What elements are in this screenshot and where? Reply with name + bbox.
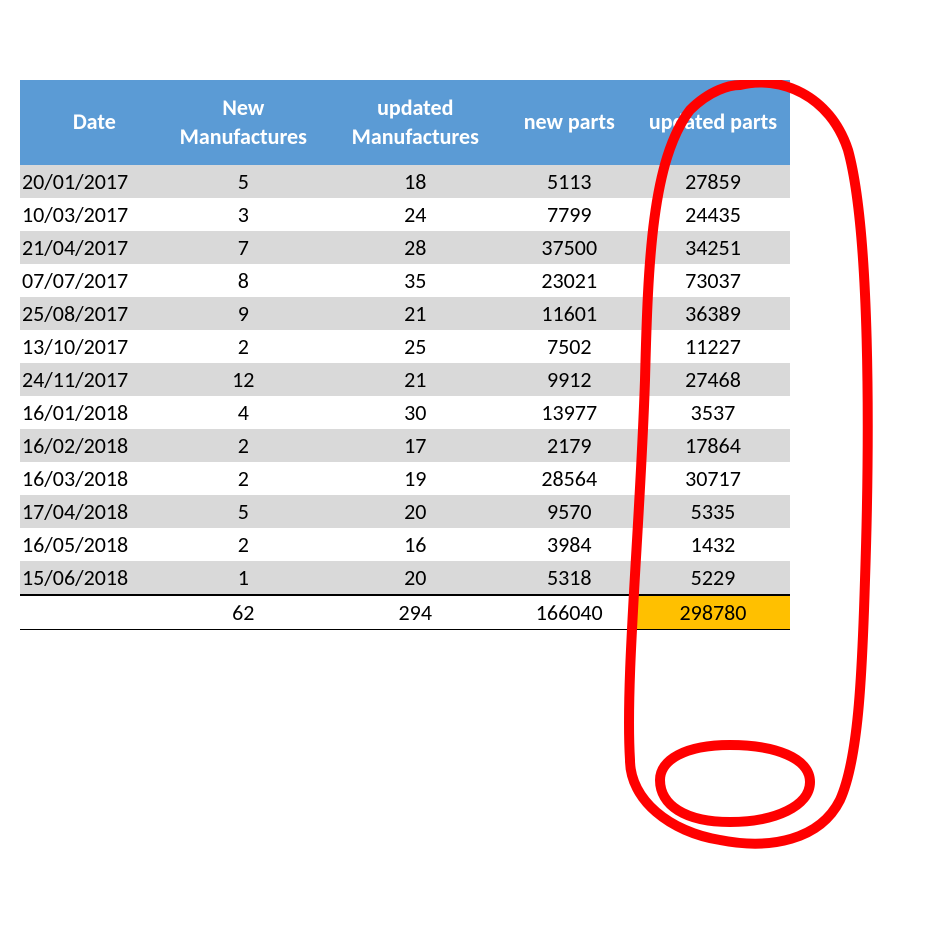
table-row: 10/03/2017324779924435 [20,198,790,231]
table-row: 07/07/20178352302173037 [20,264,790,297]
total-date[interactable] [20,595,159,630]
cell-date[interactable]: 13/10/2017 [20,330,159,363]
cell-new-parts[interactable]: 13977 [503,396,636,429]
header-updated-parts[interactable]: updated parts [636,80,790,165]
table-header: Date New Manufactures updated Manufactur… [20,80,790,165]
cell-updated-manufactures[interactable]: 30 [328,396,503,429]
cell-new-manufactures[interactable]: 12 [159,363,328,396]
cell-new-parts[interactable]: 5318 [503,561,636,595]
cell-new-parts[interactable]: 5113 [503,165,636,198]
cell-new-parts[interactable]: 7799 [503,198,636,231]
cell-date[interactable]: 07/07/2017 [20,264,159,297]
total-new-manufactures[interactable]: 62 [159,595,328,630]
cell-date[interactable]: 25/08/2017 [20,297,159,330]
cell-new-manufactures[interactable]: 8 [159,264,328,297]
cell-updated-manufactures[interactable]: 20 [328,561,503,595]
table-row: 20/01/2017518511327859 [20,165,790,198]
header-updated-manufactures[interactable]: updated Manufactures [328,80,503,165]
data-table: Date New Manufactures updated Manufactur… [20,80,790,630]
cell-new-parts[interactable]: 28564 [503,462,636,495]
cell-date[interactable]: 16/03/2018 [20,462,159,495]
cell-date[interactable]: 24/11/2017 [20,363,159,396]
cell-new-manufactures[interactable]: 9 [159,297,328,330]
header-new-parts[interactable]: new parts [503,80,636,165]
cell-new-manufactures[interactable]: 2 [159,462,328,495]
cell-updated-manufactures[interactable]: 16 [328,528,503,561]
cell-new-parts[interactable]: 3984 [503,528,636,561]
total-new-parts[interactable]: 166040 [503,595,636,630]
table-row: 16/02/2018217217917864 [20,429,790,462]
cell-updated-parts[interactable]: 27468 [636,363,790,396]
cell-date[interactable]: 16/02/2018 [20,429,159,462]
table-row: 16/03/20182192856430717 [20,462,790,495]
table-row: 16/05/201821639841432 [20,528,790,561]
cell-new-manufactures[interactable]: 4 [159,396,328,429]
cell-new-parts[interactable]: 9570 [503,495,636,528]
cell-new-parts[interactable]: 2179 [503,429,636,462]
cell-updated-parts[interactable]: 27859 [636,165,790,198]
cell-new-manufactures[interactable]: 3 [159,198,328,231]
cell-updated-parts[interactable]: 5335 [636,495,790,528]
cell-updated-parts[interactable]: 5229 [636,561,790,595]
cell-new-manufactures[interactable]: 1 [159,561,328,595]
table-wrapper: Date New Manufactures updated Manufactur… [20,80,790,630]
cell-new-manufactures[interactable]: 2 [159,429,328,462]
total-updated-manufactures[interactable]: 294 [328,595,503,630]
cell-updated-parts[interactable]: 34251 [636,231,790,264]
cell-updated-manufactures[interactable]: 21 [328,363,503,396]
header-new-manufactures[interactable]: New Manufactures [159,80,328,165]
cell-date[interactable]: 10/03/2017 [20,198,159,231]
cell-date[interactable]: 15/06/2018 [20,561,159,595]
cell-updated-parts[interactable]: 1432 [636,528,790,561]
cell-updated-parts[interactable]: 11227 [636,330,790,363]
cell-updated-manufactures[interactable]: 20 [328,495,503,528]
cell-new-manufactures[interactable]: 5 [159,495,328,528]
cell-updated-parts[interactable]: 3537 [636,396,790,429]
cell-new-manufactures[interactable]: 2 [159,330,328,363]
cell-new-parts[interactable]: 23021 [503,264,636,297]
cell-new-manufactures[interactable]: 7 [159,231,328,264]
table-row: 25/08/20179211160136389 [20,297,790,330]
table-row: 24/11/20171221991227468 [20,363,790,396]
table-body: 20/01/201751851132785910/03/201732477992… [20,165,790,630]
table-row: 13/10/2017225750211227 [20,330,790,363]
table-row: 17/04/201852095705335 [20,495,790,528]
cell-date[interactable]: 16/05/2018 [20,528,159,561]
table-row: 15/06/201812053185229 [20,561,790,595]
cell-updated-parts[interactable]: 17864 [636,429,790,462]
cell-updated-manufactures[interactable]: 17 [328,429,503,462]
cell-updated-parts[interactable]: 24435 [636,198,790,231]
header-date[interactable]: Date [20,80,159,165]
cell-updated-manufactures[interactable]: 24 [328,198,503,231]
cell-date[interactable]: 21/04/2017 [20,231,159,264]
table-row: 16/01/2018430139773537 [20,396,790,429]
cell-date[interactable]: 16/01/2018 [20,396,159,429]
table-row: 21/04/20177283750034251 [20,231,790,264]
cell-new-parts[interactable]: 9912 [503,363,636,396]
cell-date[interactable]: 20/01/2017 [20,165,159,198]
cell-updated-parts[interactable]: 73037 [636,264,790,297]
cell-updated-manufactures[interactable]: 25 [328,330,503,363]
cell-updated-manufactures[interactable]: 28 [328,231,503,264]
cell-updated-manufactures[interactable]: 18 [328,165,503,198]
table-total-row: 62294166040298780 [20,595,790,630]
cell-updated-parts[interactable]: 30717 [636,462,790,495]
cell-updated-manufactures[interactable]: 35 [328,264,503,297]
cell-new-parts[interactable]: 37500 [503,231,636,264]
cell-updated-manufactures[interactable]: 19 [328,462,503,495]
cell-new-parts[interactable]: 11601 [503,297,636,330]
cell-new-parts[interactable]: 7502 [503,330,636,363]
cell-new-manufactures[interactable]: 2 [159,528,328,561]
cell-date[interactable]: 17/04/2018 [20,495,159,528]
cell-updated-manufactures[interactable]: 21 [328,297,503,330]
total-updated-parts[interactable]: 298780 [636,595,790,630]
cell-new-manufactures[interactable]: 5 [159,165,328,198]
cell-updated-parts[interactable]: 36389 [636,297,790,330]
